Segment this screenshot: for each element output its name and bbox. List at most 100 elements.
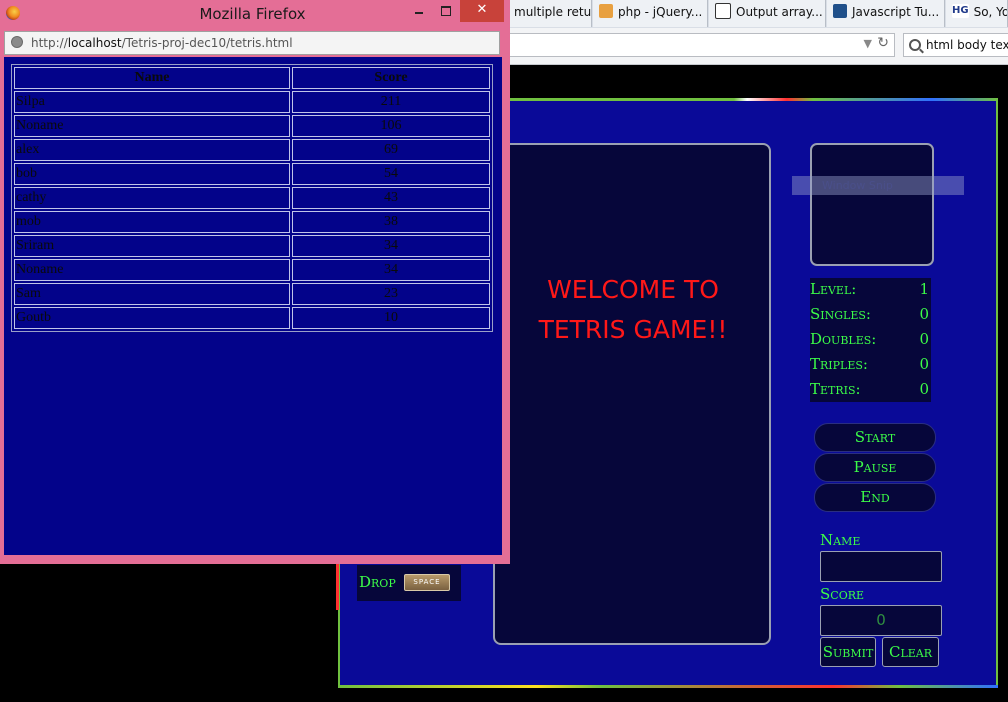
player-score: 38 bbox=[292, 211, 490, 233]
next-piece-preview bbox=[810, 143, 934, 266]
stat-doubles: Doubles: 0 bbox=[810, 328, 931, 353]
url-path: /Tetris-proj-dec10/tetris.html bbox=[121, 36, 293, 50]
player-name: Silpa bbox=[14, 91, 290, 113]
space-key-icon: SPACE bbox=[404, 574, 450, 591]
search-box[interactable]: html body text bbox=[903, 33, 1008, 57]
table-row: Silpa 211 bbox=[14, 91, 490, 113]
column-header-name: Name bbox=[14, 67, 290, 89]
page-icon bbox=[833, 4, 847, 18]
stat-level: Level: 1 bbox=[810, 278, 931, 303]
player-name: Noname bbox=[14, 259, 290, 281]
player-name: Sam bbox=[14, 283, 290, 305]
table-row: cathy 43 bbox=[14, 187, 490, 209]
search-text: html body text bbox=[926, 38, 1008, 52]
welcome-message: WELCOME TO TETRIS GAME!! bbox=[538, 275, 728, 344]
browser-tab[interactable]: Javascript Tu... bbox=[827, 0, 945, 27]
browser-tab[interactable]: multiple retu... bbox=[508, 0, 592, 27]
table-header-row: Name Score bbox=[14, 67, 490, 89]
minimize-button[interactable] bbox=[409, 0, 429, 22]
pause-button[interactable]: Pause bbox=[814, 453, 936, 482]
frame-accent bbox=[336, 560, 339, 610]
url-prefix: http:// bbox=[31, 36, 68, 50]
stat-value: 0 bbox=[919, 380, 929, 398]
background-url-bar[interactable]: ▼ ↻ bbox=[505, 33, 895, 57]
table-row: Sriram 34 bbox=[14, 235, 490, 257]
drop-control-hint: Drop SPACE bbox=[357, 565, 461, 601]
reload-icon[interactable]: ↻ bbox=[877, 35, 889, 51]
stat-triples: Triples: 0 bbox=[810, 353, 931, 378]
tab-title: Output array... bbox=[736, 5, 823, 19]
table-row: Goutb 10 bbox=[14, 307, 490, 329]
hg-icon: HG bbox=[952, 4, 969, 18]
page-icon bbox=[715, 3, 731, 19]
player-name: bob bbox=[14, 163, 290, 185]
column-header-score: Score bbox=[292, 67, 490, 89]
popup-window: Mozilla Firefox ✕ http://localhost/Tetri… bbox=[0, 0, 510, 564]
player-name: mob bbox=[14, 211, 290, 233]
popup-content: Name Score Silpa 211 Noname 106 alex 69 bob… bbox=[4, 57, 502, 555]
window-title-bar[interactable]: Mozilla Firefox ✕ bbox=[0, 0, 510, 30]
minimize-icon bbox=[415, 12, 423, 14]
start-button[interactable]: Start bbox=[814, 423, 936, 452]
globe-icon bbox=[11, 36, 23, 48]
submit-button[interactable]: Submit bbox=[820, 637, 876, 667]
high-scores-table: Name Score Silpa 211 Noname 106 alex 69 bob… bbox=[11, 64, 493, 332]
player-name: cathy bbox=[14, 187, 290, 209]
tab-title: Javascript Tu... bbox=[852, 5, 940, 19]
tab-title: multiple retu... bbox=[514, 5, 592, 19]
window-title: Mozilla Firefox bbox=[199, 5, 306, 23]
stats-panel: Level: 1 Singles: 0 Doubles: 0 Triples: … bbox=[810, 278, 931, 402]
table-row: Sam 23 bbox=[14, 283, 490, 305]
end-button[interactable]: End bbox=[814, 483, 936, 512]
stat-label: Singles: bbox=[810, 305, 871, 323]
tab-title: php - jQuery... bbox=[618, 5, 703, 19]
firefox-logo-icon bbox=[6, 6, 20, 20]
score-input[interactable]: 0 bbox=[820, 605, 942, 636]
player-score: 69 bbox=[292, 139, 490, 161]
drop-label: Drop bbox=[359, 573, 396, 591]
table-row: mob 38 bbox=[14, 211, 490, 233]
player-score: 54 bbox=[292, 163, 490, 185]
player-name: alex bbox=[14, 139, 290, 161]
stat-label: Tetris: bbox=[810, 380, 861, 398]
player-score: 211 bbox=[292, 91, 490, 113]
stat-tetris: Tetris: 0 bbox=[810, 378, 931, 403]
tab-title: So, Yo bbox=[973, 5, 1008, 19]
stackoverflow-icon bbox=[599, 4, 613, 18]
player-name: Goutb bbox=[14, 307, 290, 329]
stat-value: 0 bbox=[919, 330, 929, 348]
browser-tab[interactable]: Output array... bbox=[709, 0, 826, 27]
player-score: 106 bbox=[292, 115, 490, 137]
url-host: localhost bbox=[67, 36, 122, 50]
stat-label: Level: bbox=[810, 280, 857, 298]
name-label: Name bbox=[820, 531, 861, 549]
table-row: Noname 34 bbox=[14, 259, 490, 281]
search-icon bbox=[909, 39, 921, 51]
table-row: bob 54 bbox=[14, 163, 490, 185]
stat-singles: Singles: 0 bbox=[810, 303, 931, 328]
player-score: 43 bbox=[292, 187, 490, 209]
stat-label: Triples: bbox=[810, 355, 868, 373]
player-name: Sriram bbox=[14, 235, 290, 257]
popup-url-bar[interactable]: http://localhost/Tetris-proj-dec10/tetri… bbox=[4, 31, 500, 55]
clear-button[interactable]: Clear bbox=[882, 637, 939, 667]
name-input[interactable] bbox=[820, 551, 942, 582]
stat-value: 1 bbox=[919, 280, 929, 298]
maximize-button[interactable] bbox=[436, 0, 456, 22]
game-board[interactable] bbox=[493, 143, 771, 645]
close-button[interactable]: ✕ bbox=[460, 0, 504, 22]
score-label: Score bbox=[820, 585, 865, 603]
table-row: alex 69 bbox=[14, 139, 490, 161]
stat-label: Doubles: bbox=[810, 330, 877, 348]
player-score: 23 bbox=[292, 283, 490, 305]
player-name: Noname bbox=[14, 115, 290, 137]
table-row: Noname 106 bbox=[14, 115, 490, 137]
maximize-icon bbox=[441, 6, 451, 16]
player-score: 34 bbox=[292, 235, 490, 257]
browser-tab[interactable]: php - jQuery... bbox=[593, 0, 708, 27]
player-score: 34 bbox=[292, 259, 490, 281]
stat-value: 0 bbox=[919, 355, 929, 373]
browser-tab[interactable]: HG So, Yo bbox=[946, 0, 1008, 27]
window-snip-overlay[interactable]: Window Snip bbox=[792, 176, 964, 195]
dropdown-arrow-icon[interactable]: ▼ bbox=[864, 37, 872, 50]
